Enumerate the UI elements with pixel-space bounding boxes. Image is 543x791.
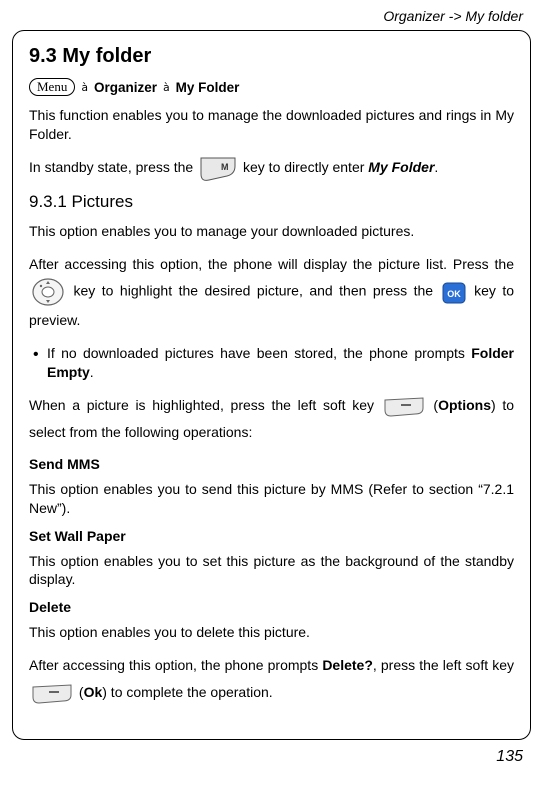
left-softkey-icon (383, 393, 425, 420)
send-mms-text: This option enables you to send this pic… (29, 480, 514, 518)
delete-confirm-paragraph: After accessing this option, the phone p… (29, 652, 514, 706)
highlight-paragraph: When a picture is highlighted, press the… (29, 392, 514, 446)
header-breadcrumb: Organizer -> My folder (0, 0, 543, 30)
navigation-key-icon (31, 277, 65, 307)
breadcrumb-myfolder: My Folder (176, 80, 240, 95)
intro-paragraph: This function enables you to manage the … (29, 106, 514, 144)
arrow-icon: à (161, 81, 172, 94)
wallpaper-text: This option enables you to set this pict… (29, 552, 514, 590)
bullet-list: If no downloaded pictures have been stor… (29, 344, 514, 382)
section-heading: 9.3 My folder (29, 45, 514, 68)
svg-text:OK: OK (447, 289, 461, 299)
subsection-heading: 9.3.1 Pictures (29, 192, 514, 212)
page-number: 135 (0, 740, 543, 766)
pictures-intro: This option enables you to manage your d… (29, 222, 514, 241)
list-item: If no downloaded pictures have been stor… (29, 344, 514, 382)
svg-text:M: M (221, 162, 229, 172)
delete-text: This option enables you to delete this p… (29, 623, 514, 642)
m-key-icon: M (199, 154, 237, 181)
arrow-icon: à (79, 81, 90, 94)
menu-key-pill: Menu (29, 78, 75, 96)
wallpaper-heading: Set Wall Paper (29, 528, 514, 544)
nav-breadcrumb: Menu à Organizer à My Folder (29, 78, 514, 96)
left-softkey-icon (31, 680, 73, 707)
standby-paragraph: In standby state, press the M key to dir… (29, 154, 514, 182)
page-content-box: 9.3 My folder Menu à Organizer à My Fold… (12, 30, 531, 740)
ok-key-icon: OK (442, 279, 466, 306)
send-mms-heading: Send MMS (29, 456, 514, 472)
breadcrumb-organizer: Organizer (94, 80, 157, 95)
pictures-access-paragraph: After accessing this option, the phone w… (29, 251, 514, 334)
delete-heading: Delete (29, 599, 514, 615)
